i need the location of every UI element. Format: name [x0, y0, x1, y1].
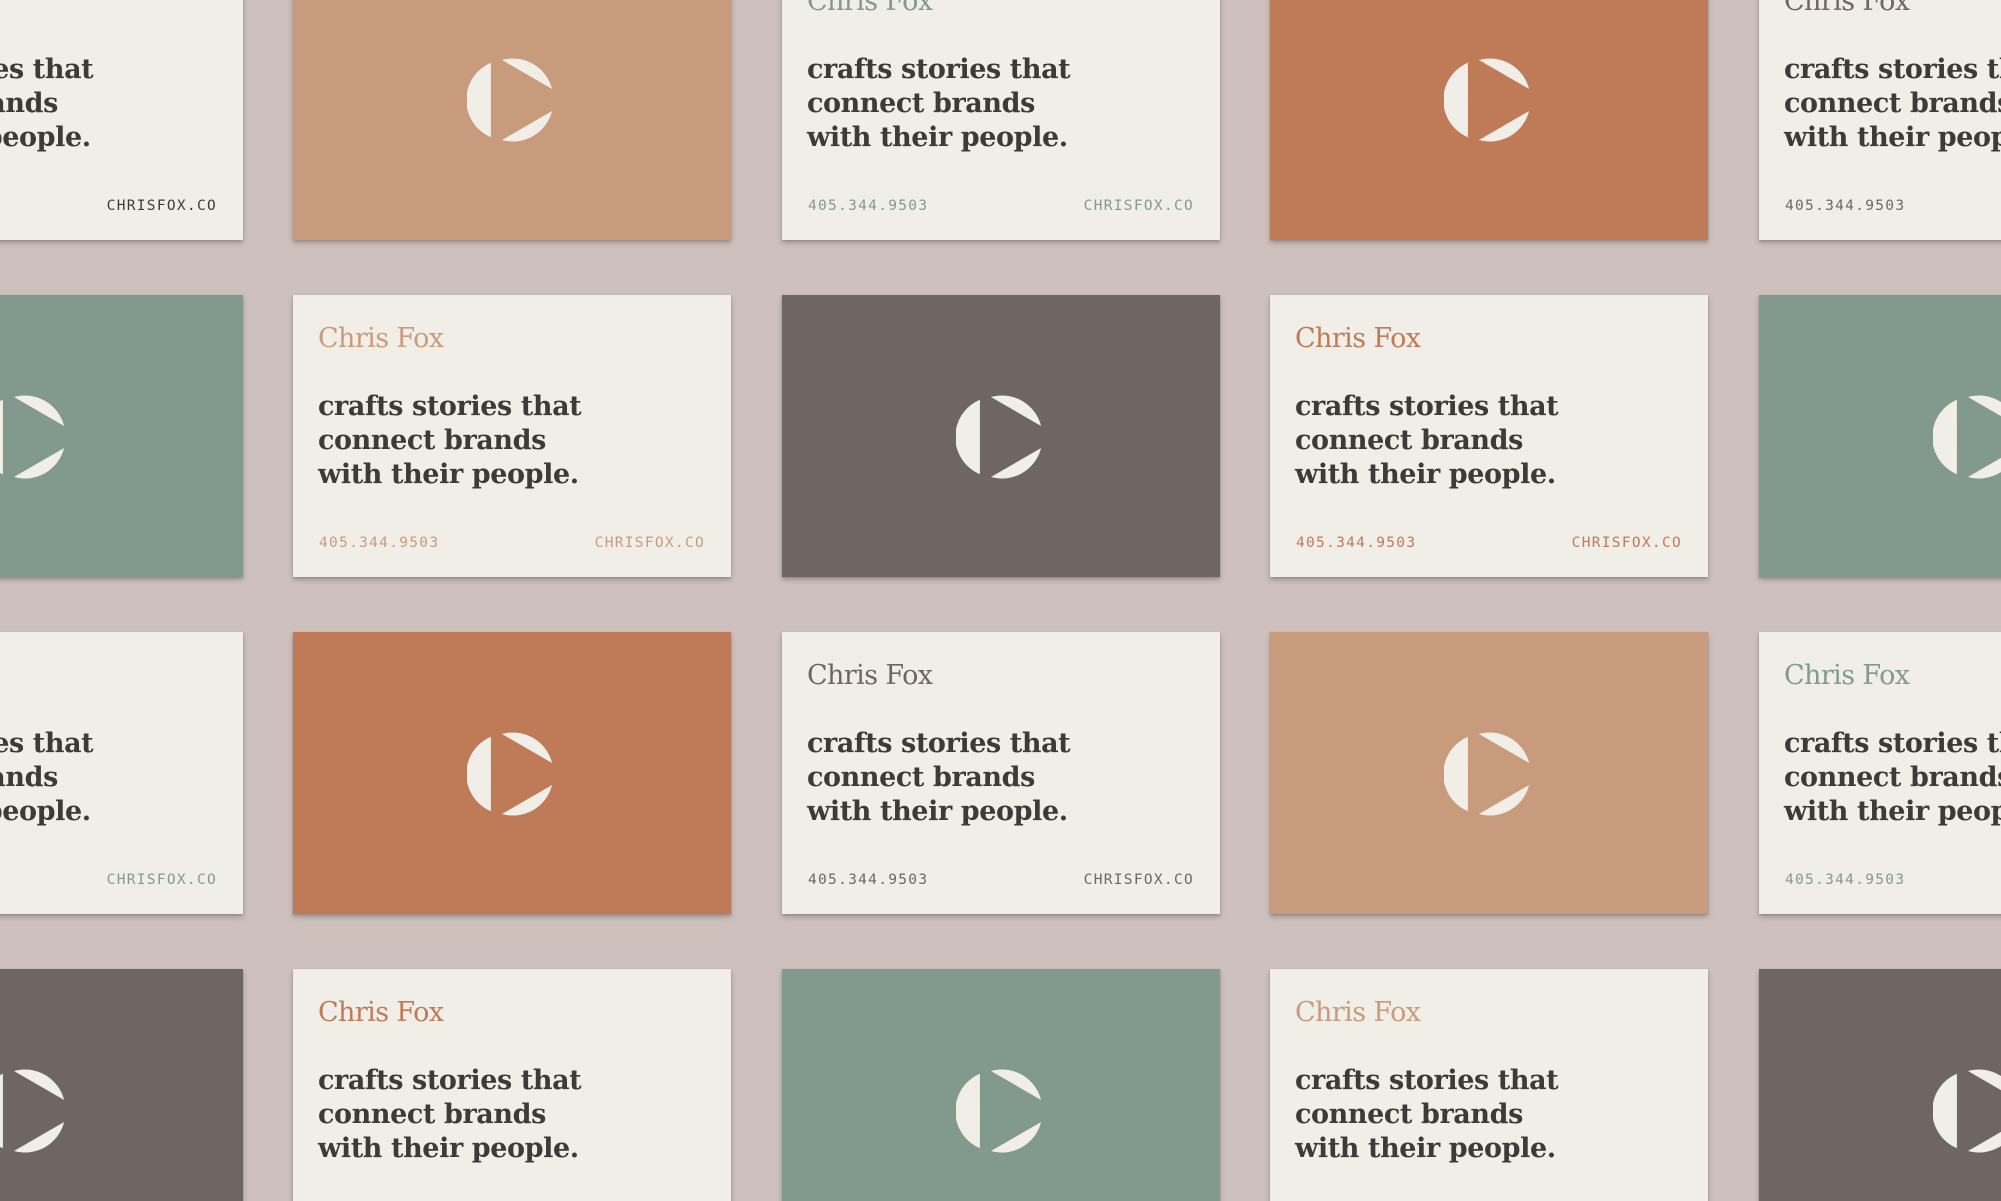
play-logo-icon — [0, 1069, 65, 1153]
tagline-line-2: connect brands — [318, 1099, 546, 1130]
tagline-line-2: connect brands — [807, 762, 1035, 793]
card-name: Chris Fox — [807, 660, 933, 691]
play-logo-icon — [956, 395, 1042, 479]
tagline-line-1: crafts stories that — [318, 391, 582, 422]
tagline-line-3: with their people. — [1784, 122, 2001, 153]
business-card-front-r3c5: Chris Fox crafts stories that connect br… — [1759, 632, 2001, 914]
card-tagline: crafts stories that connect brands with … — [0, 727, 94, 829]
card-tagline: crafts stories that connect brands with … — [318, 390, 582, 492]
tagline-line-2: connect brands — [1784, 88, 2001, 119]
play-logo-icon — [1933, 395, 2001, 479]
tagline-line-1: crafts stories that — [1784, 54, 2001, 85]
play-logo-icon — [1933, 1069, 2001, 1153]
card-phone: 405.344.9503 — [808, 198, 929, 214]
business-card-front-r2c2: Chris Fox crafts stories that connect br… — [293, 295, 731, 577]
business-card-front-r2c4: Chris Fox crafts stories that connect br… — [1270, 295, 1708, 577]
card-tagline: crafts stories that connect brands with … — [807, 53, 1071, 155]
tagline-line-2: connect brands — [1295, 1099, 1523, 1130]
play-logo-icon — [467, 58, 553, 142]
tagline-line-1: crafts stories that — [1295, 391, 1559, 422]
card-phone: 405.344.9503 — [1785, 198, 1906, 214]
card-website: CHRISFOX.CO — [1571, 535, 1682, 551]
card-phone: 405.344.9503 — [808, 872, 929, 888]
tagline-line-1: crafts stories that — [1295, 1065, 1559, 1096]
tagline-line-1: crafts stories that — [807, 54, 1071, 85]
business-card-front-r1c1: Chris Fox crafts stories that connect br… — [0, 0, 243, 240]
card-website: CHRISFOX.CO — [106, 198, 217, 214]
business-card-back-r2c3 — [782, 295, 1220, 577]
tagline-line-3: with their people. — [807, 796, 1068, 827]
card-tagline: crafts stories that connect brands with … — [318, 1064, 582, 1166]
business-card-back-r4c5 — [1759, 969, 2001, 1201]
card-tagline: crafts stories that connect brands with … — [1784, 53, 2001, 155]
card-name: Chris Fox — [807, 0, 933, 17]
card-phone: 405.344.9503 — [1785, 872, 1906, 888]
play-logo-icon — [467, 732, 553, 816]
tagline-line-2: connect brands — [807, 88, 1035, 119]
card-name: Chris Fox — [1784, 0, 1910, 17]
business-card-front-r1c5: Chris Fox crafts stories that connect br… — [1759, 0, 2001, 240]
tagline-line-2: connect brands — [318, 425, 546, 456]
business-card-back-r1c4 — [1270, 0, 1708, 240]
card-website: CHRISFOX.CO — [1083, 872, 1194, 888]
business-card-back-r3c4 — [1270, 632, 1708, 914]
card-tagline: crafts stories that connect brands with … — [1784, 727, 2001, 829]
business-card-back-r4c1 — [0, 969, 243, 1201]
card-name: Chris Fox — [318, 323, 444, 354]
tagline-line-2: connect brands — [0, 762, 58, 793]
tagline-line-3: with their people. — [318, 459, 579, 490]
business-card-mockup: Chris Fox crafts stories that connect br… — [0, 0, 2001, 1201]
tagline-line-3: with their people. — [0, 122, 91, 153]
play-logo-icon — [956, 1069, 1042, 1153]
card-tagline: crafts stories that connect brands with … — [0, 53, 94, 155]
card-tagline: crafts stories that connect brands with … — [1295, 1064, 1559, 1166]
tagline-line-1: crafts stories that — [807, 728, 1071, 759]
business-card-back-r3c2 — [293, 632, 731, 914]
card-tagline: crafts stories that connect brands with … — [1295, 390, 1559, 492]
business-card-front-r3c3: Chris Fox crafts stories that connect br… — [782, 632, 1220, 914]
tagline-line-3: with their people. — [1295, 459, 1556, 490]
tagline-line-3: with their people. — [807, 122, 1068, 153]
tagline-line-2: connect brands — [1784, 762, 2001, 793]
play-logo-icon — [1444, 58, 1530, 142]
business-card-front-r1c3: Chris Fox crafts stories that connect br… — [782, 0, 1220, 240]
tagline-line-3: with their people. — [1784, 796, 2001, 827]
play-logo-icon — [0, 395, 65, 479]
card-name: Chris Fox — [318, 997, 444, 1028]
tagline-line-2: connect brands — [0, 88, 58, 119]
card-name: Chris Fox — [1784, 660, 1910, 691]
tagline-line-1: crafts stories that — [318, 1065, 582, 1096]
tagline-line-1: crafts stories that — [0, 728, 94, 759]
card-website: CHRISFOX.CO — [594, 535, 705, 551]
business-card-back-r2c5 — [1759, 295, 2001, 577]
card-phone: 405.344.9503 — [319, 535, 440, 551]
play-logo-icon — [1444, 732, 1530, 816]
business-card-back-r1c2 — [293, 0, 731, 240]
business-card-front-r4c2: Chris Fox crafts stories that connect br… — [293, 969, 731, 1201]
card-tagline: crafts stories that connect brands with … — [807, 727, 1071, 829]
card-website: CHRISFOX.CO — [106, 872, 217, 888]
card-website: CHRISFOX.CO — [1083, 198, 1194, 214]
tagline-line-3: with their people. — [318, 1133, 579, 1164]
tagline-line-3: with their people. — [1295, 1133, 1556, 1164]
card-phone: 405.344.9503 — [1296, 535, 1417, 551]
business-card-back-r2c1 — [0, 295, 243, 577]
tagline-line-2: connect brands — [1295, 425, 1523, 456]
tagline-line-3: with their people. — [0, 796, 91, 827]
business-card-front-r3c1: Chris Fox crafts stories that connect br… — [0, 632, 243, 914]
tagline-line-1: crafts stories that — [1784, 728, 2001, 759]
card-name: Chris Fox — [1295, 997, 1421, 1028]
business-card-back-r4c3 — [782, 969, 1220, 1201]
tagline-line-1: crafts stories that — [0, 54, 94, 85]
business-card-front-r4c4: Chris Fox crafts stories that connect br… — [1270, 969, 1708, 1201]
card-name: Chris Fox — [1295, 323, 1421, 354]
